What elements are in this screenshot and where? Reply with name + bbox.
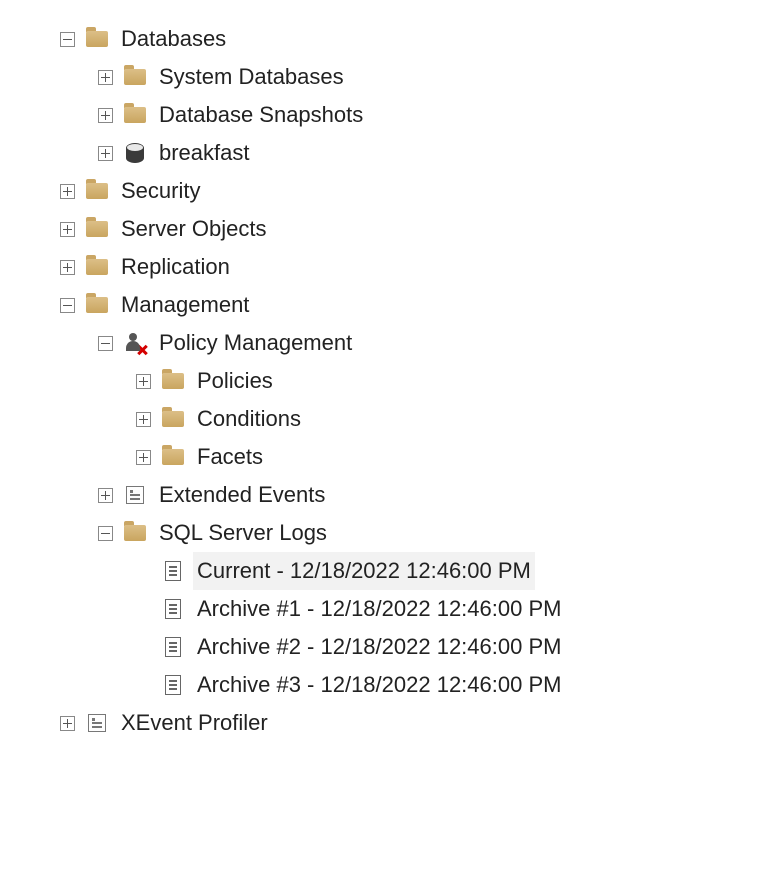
collapse-icon[interactable] bbox=[60, 298, 75, 313]
folder-icon bbox=[123, 521, 147, 545]
no-expand-icon bbox=[136, 602, 151, 617]
log-file-icon bbox=[161, 559, 185, 583]
tree-node-server-objects[interactable]: Server Objects bbox=[60, 210, 768, 248]
expand-icon[interactable] bbox=[98, 108, 113, 123]
collapse-icon[interactable] bbox=[98, 526, 113, 541]
xevent-profiler-icon bbox=[85, 711, 109, 735]
no-expand-icon bbox=[136, 640, 151, 655]
folder-icon bbox=[85, 179, 109, 203]
tree-node-conditions[interactable]: Conditions bbox=[60, 400, 768, 438]
log-file-icon bbox=[161, 597, 185, 621]
tree-node-breakfast[interactable]: breakfast bbox=[60, 134, 768, 172]
folder-icon bbox=[161, 445, 185, 469]
tree-node-policy-management[interactable]: Policy Management bbox=[60, 324, 768, 362]
tree-node-facets[interactable]: Facets bbox=[60, 438, 768, 476]
object-explorer-tree: Databases System Databases Database Snap… bbox=[0, 0, 768, 742]
folder-icon bbox=[123, 103, 147, 127]
extended-events-icon bbox=[123, 483, 147, 507]
expand-icon[interactable] bbox=[60, 184, 75, 199]
folder-icon bbox=[85, 217, 109, 241]
tree-label: Policy Management bbox=[155, 324, 356, 362]
tree-node-security[interactable]: Security bbox=[60, 172, 768, 210]
log-file-icon bbox=[161, 635, 185, 659]
tree-label: Policies bbox=[193, 362, 277, 400]
tree-node-policies[interactable]: Policies bbox=[60, 362, 768, 400]
log-file-icon bbox=[161, 673, 185, 697]
expand-icon[interactable] bbox=[98, 146, 113, 161]
tree-node-system-databases[interactable]: System Databases bbox=[60, 58, 768, 96]
tree-label: XEvent Profiler bbox=[117, 704, 272, 742]
expand-icon[interactable] bbox=[136, 450, 151, 465]
tree-label: Management bbox=[117, 286, 253, 324]
tree-node-management[interactable]: Management bbox=[60, 286, 768, 324]
collapse-icon[interactable] bbox=[60, 32, 75, 47]
database-icon bbox=[123, 141, 147, 165]
tree-label: Replication bbox=[117, 248, 234, 286]
tree-label: Security bbox=[117, 172, 204, 210]
tree-label: Archive #3 - 12/18/2022 12:46:00 PM bbox=[193, 666, 565, 704]
expand-icon[interactable] bbox=[136, 374, 151, 389]
expand-icon[interactable] bbox=[136, 412, 151, 427]
tree-label: SQL Server Logs bbox=[155, 514, 331, 552]
no-expand-icon bbox=[136, 678, 151, 693]
tree-label: System Databases bbox=[155, 58, 348, 96]
tree-label: Current - 12/18/2022 12:46:00 PM bbox=[193, 552, 535, 590]
expand-icon[interactable] bbox=[60, 222, 75, 237]
collapse-icon[interactable] bbox=[98, 336, 113, 351]
tree-node-replication[interactable]: Replication bbox=[60, 248, 768, 286]
policy-management-icon bbox=[123, 331, 147, 355]
tree-label: Archive #2 - 12/18/2022 12:46:00 PM bbox=[193, 628, 565, 666]
tree-node-log-archive-1[interactable]: Archive #1 - 12/18/2022 12:46:00 PM bbox=[60, 590, 768, 628]
tree-label: Server Objects bbox=[117, 210, 271, 248]
folder-icon bbox=[85, 293, 109, 317]
tree-node-sql-server-logs[interactable]: SQL Server Logs bbox=[60, 514, 768, 552]
folder-icon bbox=[85, 27, 109, 51]
tree-node-log-current[interactable]: Current - 12/18/2022 12:46:00 PM bbox=[60, 552, 768, 590]
folder-icon bbox=[85, 255, 109, 279]
tree-node-extended-events[interactable]: Extended Events bbox=[60, 476, 768, 514]
no-expand-icon bbox=[136, 564, 151, 579]
tree-label: Database Snapshots bbox=[155, 96, 367, 134]
expand-icon[interactable] bbox=[98, 70, 113, 85]
expand-icon[interactable] bbox=[60, 716, 75, 731]
tree-label: Archive #1 - 12/18/2022 12:46:00 PM bbox=[193, 590, 565, 628]
tree-label: Extended Events bbox=[155, 476, 329, 514]
folder-icon bbox=[161, 407, 185, 431]
tree-node-xevent-profiler[interactable]: XEvent Profiler bbox=[60, 704, 768, 742]
tree-label: Facets bbox=[193, 438, 267, 476]
tree-label: Databases bbox=[117, 20, 230, 58]
expand-icon[interactable] bbox=[98, 488, 113, 503]
tree-label: Conditions bbox=[193, 400, 305, 438]
folder-icon bbox=[161, 369, 185, 393]
tree-node-log-archive-2[interactable]: Archive #2 - 12/18/2022 12:46:00 PM bbox=[60, 628, 768, 666]
tree-label: breakfast bbox=[155, 134, 254, 172]
tree-node-databases[interactable]: Databases bbox=[60, 20, 768, 58]
folder-icon bbox=[123, 65, 147, 89]
tree-node-database-snapshots[interactable]: Database Snapshots bbox=[60, 96, 768, 134]
expand-icon[interactable] bbox=[60, 260, 75, 275]
tree-node-log-archive-3[interactable]: Archive #3 - 12/18/2022 12:46:00 PM bbox=[60, 666, 768, 704]
